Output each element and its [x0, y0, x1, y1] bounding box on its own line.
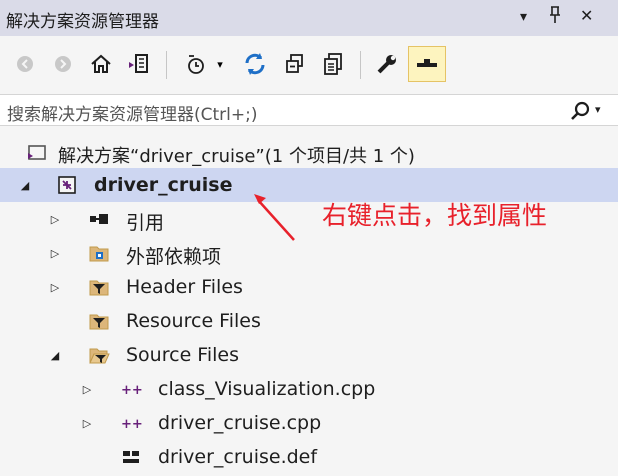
search-options-dropdown-icon[interactable]: ▾	[595, 103, 601, 116]
forward-button[interactable]	[48, 49, 78, 79]
file-label: class_Visualization.cpp	[158, 378, 376, 400]
def-file-icon	[123, 451, 139, 463]
tree-row-resource-files[interactable]: Resource Files	[0, 304, 618, 338]
toolbar-separator	[166, 51, 167, 79]
tree-item-label: Resource Files	[126, 310, 261, 332]
tree-item-label: 引用	[126, 212, 165, 234]
project-label: driver_cruise	[94, 174, 233, 196]
tree-row-source-files[interactable]: ◢ Source Files	[0, 338, 618, 372]
tree-row-header-files[interactable]: ▷ Header Files	[0, 270, 618, 304]
pin-icon[interactable]	[548, 6, 562, 28]
filter-folder-icon	[89, 280, 109, 296]
home-icon	[91, 54, 111, 73]
expand-arrow-icon[interactable]: ▷	[48, 211, 62, 227]
pending-changes-dropdown-icon[interactable]: ▾	[212, 49, 228, 79]
file-label: driver_cruise.cpp	[158, 412, 322, 434]
tree-item-label: 外部依赖项	[126, 246, 222, 268]
solution-label: 解决方案“driver_cruise”(1 个项目/共 1 个)	[58, 146, 415, 167]
show-all-files-icon	[324, 53, 342, 75]
back-button[interactable]	[10, 49, 40, 79]
sync-button[interactable]	[240, 49, 270, 79]
external-dependencies-icon	[89, 246, 109, 262]
home-button[interactable]	[86, 49, 116, 79]
cpp-file-icon: ++	[121, 417, 142, 432]
pending-changes-filter-button[interactable]	[182, 49, 212, 79]
collapse-all-icon	[286, 54, 303, 73]
window-title: 解决方案资源管理器	[6, 12, 159, 32]
collapse-all-button[interactable]	[280, 49, 310, 79]
search-bar[interactable]: 搜索解决方案资源管理器(Ctrl+;) ▾	[0, 94, 618, 126]
file-label: driver_cruise.def	[158, 446, 318, 468]
pending-changes-filter-icon	[188, 55, 204, 74]
collapse-arrow-icon[interactable]: ◢	[48, 347, 62, 363]
close-icon[interactable]: ✕	[580, 6, 593, 25]
back-icon	[17, 56, 33, 72]
search-input[interactable]: 搜索解决方案资源管理器(Ctrl+;)	[7, 100, 257, 125]
expand-arrow-icon[interactable]: ▷	[80, 415, 94, 431]
cpp-file-icon: ++	[121, 383, 142, 398]
switch-views-button[interactable]	[124, 49, 154, 79]
preview-button[interactable]	[408, 46, 446, 82]
expand-arrow-icon[interactable]: ▷	[48, 245, 62, 261]
tree-item-label: Header Files	[126, 276, 243, 298]
properties-button[interactable]	[372, 49, 402, 79]
forward-icon	[55, 56, 71, 72]
toolbar-separator	[360, 51, 361, 79]
search-icon[interactable]	[570, 100, 592, 126]
toolbar: ▾	[0, 37, 618, 93]
references-icon	[90, 214, 108, 224]
show-all-files-button[interactable]	[318, 49, 348, 79]
preview-icon	[417, 59, 437, 67]
annotation-text: 右键点击，找到属性	[322, 201, 548, 230]
svg-text:++: ++	[121, 383, 142, 398]
filter-folder-icon	[89, 314, 109, 330]
expand-arrow-icon[interactable]: ▷	[80, 381, 94, 397]
title-bar: 解决方案资源管理器 ▾ ✕	[0, 0, 618, 36]
collapse-arrow-icon[interactable]: ◢	[18, 177, 32, 193]
solution-icon	[28, 145, 46, 160]
tree-item-label: Source Files	[126, 344, 239, 366]
sync-icon	[245, 53, 265, 75]
svg-text:++: ++	[121, 417, 142, 432]
tree-row-file[interactable]: ▷ ++ driver_cruise.cpp	[0, 406, 618, 440]
tree-row-solution[interactable]: 解决方案“driver_cruise”(1 个项目/共 1 个)	[0, 136, 618, 170]
tree-row-external-dependencies[interactable]: ▷ 外部依赖项	[0, 236, 618, 270]
properties-icon	[377, 55, 396, 74]
expand-arrow-icon[interactable]: ▷	[48, 279, 62, 295]
window-dropdown-icon[interactable]: ▾	[520, 9, 527, 25]
switch-views-icon	[129, 54, 148, 73]
filter-folder-open-icon	[89, 348, 110, 364]
annotation-arrow-icon	[254, 194, 295, 241]
tree-row-file[interactable]: ▷ ++ class_Visualization.cpp	[0, 372, 618, 406]
solution-tree: 解决方案“driver_cruise”(1 个项目/共 1 个) ◢ drive…	[0, 126, 618, 476]
project-icon	[58, 176, 76, 194]
tree-row-file[interactable]: driver_cruise.def	[0, 440, 618, 474]
